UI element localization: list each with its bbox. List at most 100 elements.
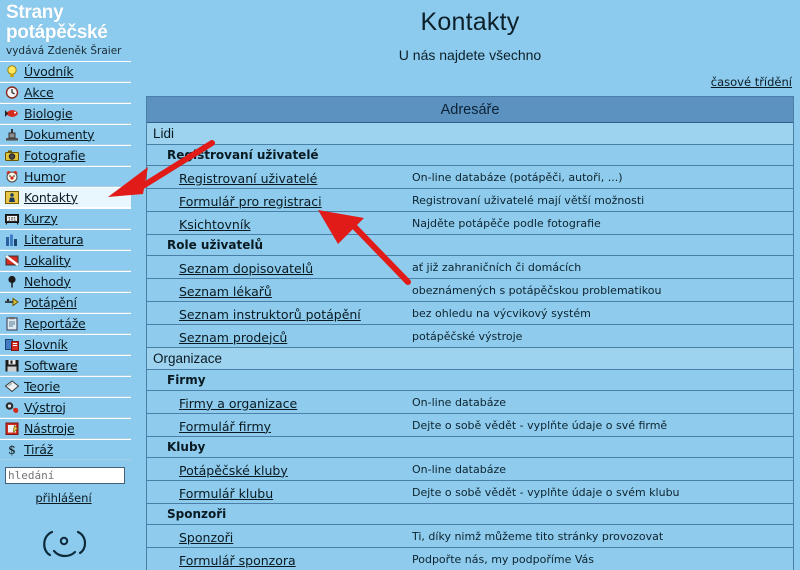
- row-name-cell: Role uživatelů: [167, 238, 264, 252]
- row-description-cell: Ti, díky nimž můžeme tito stránky provoz…: [412, 529, 664, 543]
- sidebar-item-label: Nástroje: [24, 420, 75, 436]
- sidebar-item-label: Úvodník: [24, 63, 74, 79]
- fish-icon: [4, 106, 21, 121]
- sidebar-item-teorie[interactable]: Teorie: [0, 376, 131, 397]
- row-name-cell: Seznam dopisovatelů: [147, 258, 412, 277]
- sidebar-item-akce[interactable]: Akce: [0, 82, 131, 103]
- row-link[interactable]: Sponzoři: [179, 530, 233, 545]
- table-row[interactable]: Ksichtovník Najděte potápěče podle fotogr…: [147, 212, 793, 235]
- sidebar-item-label: Tiráž: [24, 441, 54, 457]
- row-name-cell: Sponzoři: [147, 527, 412, 546]
- row-description-cell: On-line databáze: [412, 462, 506, 476]
- row-link[interactable]: Seznam prodejců: [179, 330, 287, 345]
- row-name-cell: Sponzoři: [167, 507, 227, 521]
- row-name-cell: Organizace: [153, 351, 223, 366]
- sidebar-menu: Úvodník Akce Biologie Dokumenty Fotografie Hu…: [0, 61, 131, 460]
- clock-icon: [4, 85, 21, 100]
- row-name-cell: Formulář klubu: [147, 483, 412, 502]
- diamond-icon: [4, 379, 21, 394]
- sidebar-item-pot-p-n-[interactable]: Potápění: [0, 292, 131, 313]
- pin-icon: [4, 274, 21, 289]
- brand-line-1: Strany: [6, 2, 64, 23]
- row-name-cell: Firmy: [167, 373, 206, 387]
- sidebar-item-label: Potápění: [24, 294, 77, 310]
- sidebar-item-tir-[interactable]: $ Tiráž: [0, 439, 131, 460]
- stamp-icon: [4, 127, 21, 142]
- table-row[interactable]: Seznam instruktorů potápění bez ohledu na…: [147, 302, 793, 325]
- section-header-row: Kluby: [147, 437, 793, 458]
- sidebar-item-label: Software: [24, 357, 78, 373]
- row-link[interactable]: Formulář klubu: [179, 486, 273, 501]
- row-link[interactable]: Ksichtovník: [179, 217, 251, 232]
- row-link[interactable]: Seznam instruktorů potápění: [179, 307, 361, 322]
- sidebar-item-label: Kurzy: [24, 210, 58, 226]
- brand-byline: vydává Zdeněk Šraier: [6, 45, 122, 57]
- sort-by-time-link[interactable]: časové třídění: [711, 75, 792, 89]
- row-name-cell: Seznam instruktorů potápění: [147, 304, 412, 323]
- table-row[interactable]: Formulář sponzora Podpořte nás, my podpoř…: [147, 548, 793, 570]
- row-link[interactable]: Seznam lékařů: [179, 284, 272, 299]
- svg-text:101: 101: [8, 216, 17, 222]
- sidebar: Strany potápěčské vydává Zdeněk Šraier Ú…: [0, 0, 140, 570]
- table-row[interactable]: Potápěčské kluby On-line databáze: [147, 458, 793, 481]
- row-link[interactable]: Registrovaní uživatelé: [179, 171, 317, 186]
- table-row[interactable]: Seznam lékařů obeznámených s potápěčskou …: [147, 279, 793, 302]
- row-link[interactable]: Formulář sponzora: [179, 553, 296, 568]
- sidebar-item-label: Dokumenty: [24, 126, 95, 142]
- notepad-icon: [4, 421, 21, 436]
- sidebar-item-nehody[interactable]: Nehody: [0, 271, 131, 292]
- camera-icon: [4, 148, 21, 163]
- table-row[interactable]: Formulář firmy Dejte o sobě vědět - vyplň…: [147, 414, 793, 437]
- sidebar-item-label: Akce: [24, 84, 54, 100]
- row-name-cell: Seznam lékařů: [147, 281, 412, 300]
- sidebar-item-dokumenty[interactable]: Dokumenty: [0, 124, 131, 145]
- sidebar-item-kurzy[interactable]: 101 Kurzy: [0, 208, 131, 229]
- sidebar-item-software[interactable]: Software: [0, 355, 131, 376]
- row-description-cell: potápěčské výstroje: [412, 329, 523, 343]
- row-link[interactable]: Firmy a organizace: [179, 396, 297, 411]
- table-row[interactable]: Sponzoři Ti, díky nimž můžeme tito stránk…: [147, 525, 793, 548]
- table-row[interactable]: Formulář klubu Dejte o sobě vědět - vyplň…: [147, 481, 793, 504]
- sidebar-item--vodn-k[interactable]: Úvodník: [0, 61, 131, 82]
- row-description-cell: Dejte o sobě vědět - vyplňte údaje o své…: [412, 418, 668, 432]
- floppy-icon: [4, 358, 21, 373]
- sidebar-item-lokality[interactable]: Lokality: [0, 250, 131, 271]
- sidebar-item-n-stroje[interactable]: Nástroje: [0, 418, 131, 439]
- row-link[interactable]: Formulář pro registraci: [179, 194, 322, 209]
- lightbulb-icon: [4, 64, 21, 79]
- sidebar-item-kontakty[interactable]: Kontakty: [0, 187, 131, 208]
- login-link[interactable]: přihlášení: [0, 491, 127, 505]
- table-header-label: Adresáře: [440, 101, 500, 118]
- table-row[interactable]: Formulář pro registraci Registrovaní uživ…: [147, 189, 793, 212]
- search-input[interactable]: [5, 467, 125, 484]
- sidebar-item-label: Kontakty: [24, 189, 78, 205]
- directory-table: Adresáře Lidi Registrovaní uživatelé Regis…: [146, 96, 794, 570]
- sidebar-item-v-stroj[interactable]: Výstroj: [0, 397, 131, 418]
- sidebar-item-label: Teorie: [24, 378, 60, 394]
- sidebar-item-biologie[interactable]: Biologie: [0, 103, 131, 124]
- sidebar-item-slovn-k[interactable]: Slovník: [0, 334, 131, 355]
- row-description-cell: ať již zahraničních či domácích: [412, 260, 582, 274]
- section-header-row: Role uživatelů: [147, 235, 793, 256]
- dictionary-icon: [4, 337, 21, 352]
- sidebar-item-literatura[interactable]: Literatura: [0, 229, 131, 250]
- sidebar-item-humor[interactable]: Humor: [0, 166, 131, 187]
- sidebar-item-fotografie[interactable]: Fotografie: [0, 145, 131, 166]
- projector-icon: 101: [4, 211, 21, 226]
- row-link[interactable]: Seznam dopisovatelů: [179, 261, 313, 276]
- sidebar-item-label: Literatura: [24, 231, 84, 247]
- table-row[interactable]: Registrovaní uživatelé On-line databáze (…: [147, 166, 793, 189]
- site-brand: Strany potápěčské vydává Zdeněk Šraier: [0, 0, 140, 58]
- diver-icon: [4, 190, 21, 205]
- sidebar-item-report-e[interactable]: Reportáže: [0, 313, 131, 334]
- sidebar-item-label: Humor: [24, 168, 66, 184]
- row-description-cell: On-line databáze (potápěči, autoři, ...): [412, 170, 623, 184]
- row-name-cell: Seznam prodejců: [147, 327, 412, 346]
- section-header-row: Registrovaní uživatelé: [147, 145, 793, 166]
- table-row[interactable]: Seznam dopisovatelů ať již zahraničních č…: [147, 256, 793, 279]
- section-header-row: Lidi: [147, 123, 793, 145]
- table-row[interactable]: Firmy a organizace On-line databáze: [147, 391, 793, 414]
- row-link[interactable]: Potápěčské kluby: [179, 463, 288, 478]
- row-link[interactable]: Formulář firmy: [179, 419, 271, 434]
- table-row[interactable]: Seznam prodejců potápěčské výstroje: [147, 325, 793, 348]
